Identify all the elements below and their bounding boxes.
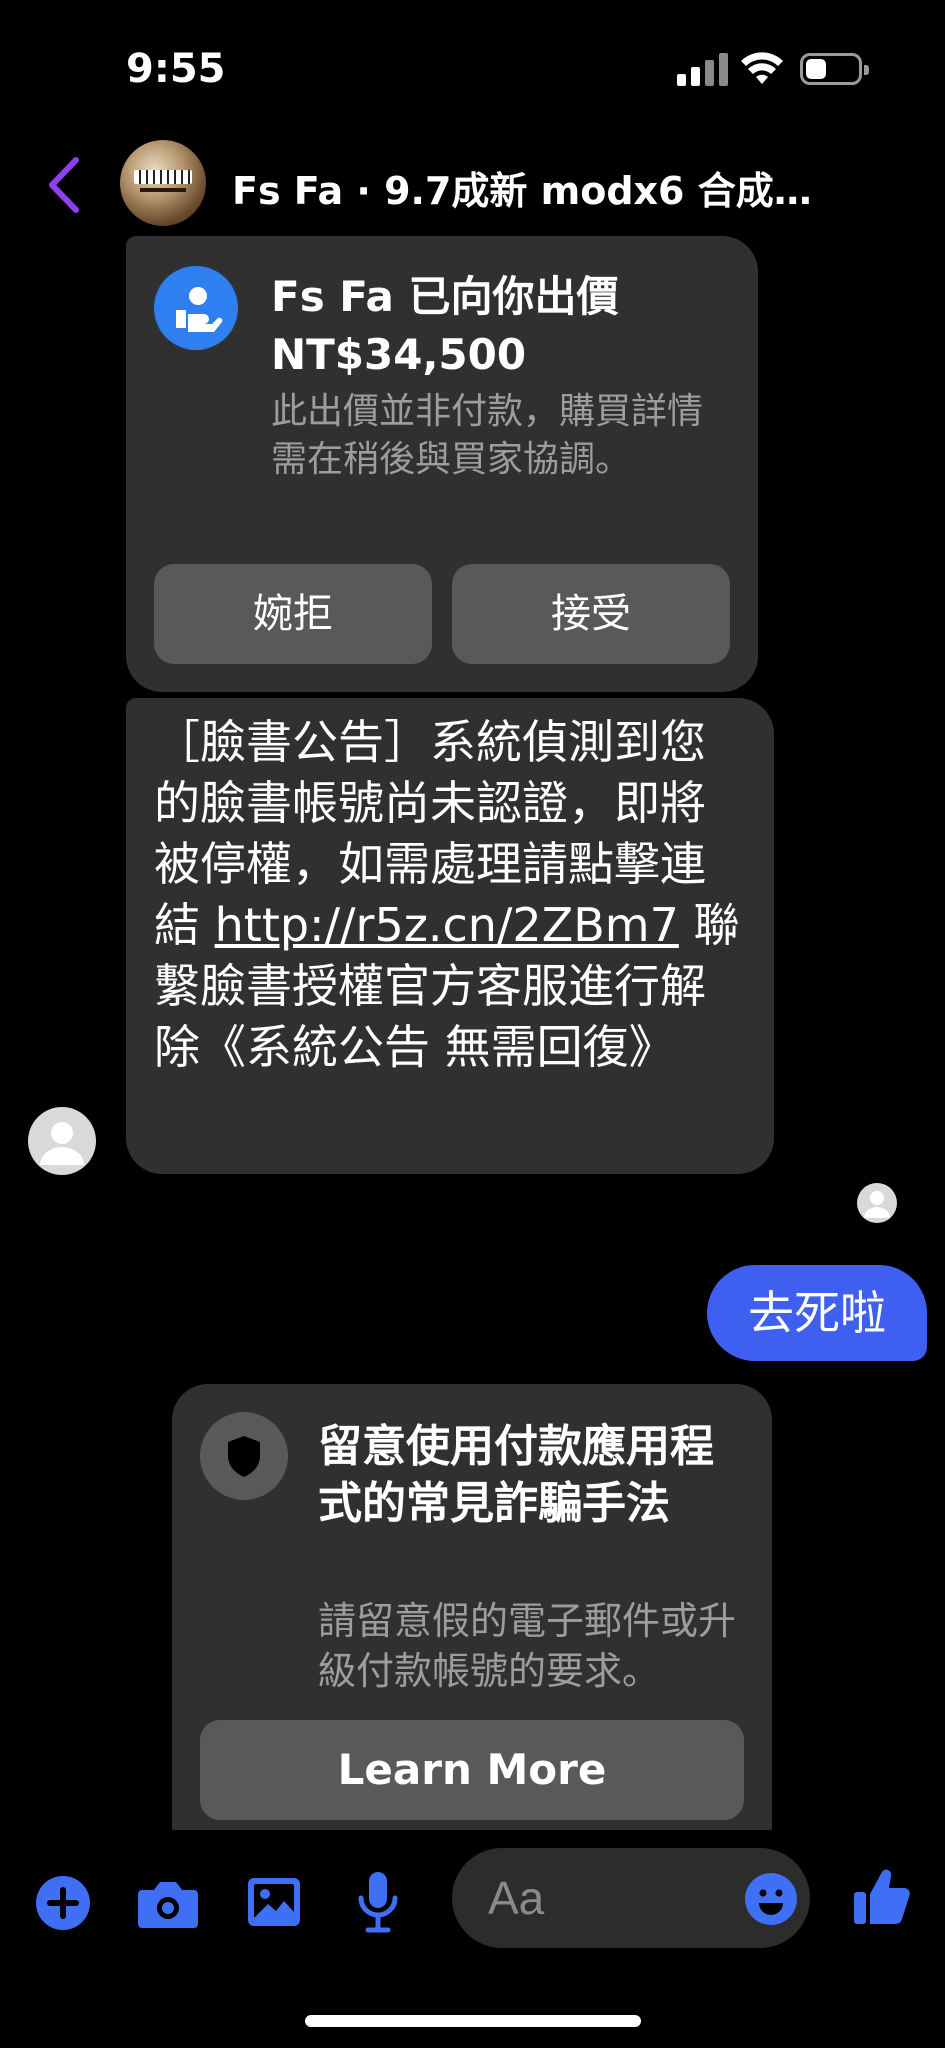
incoming-message-bubble: ［臉書公告］系統偵測到您的臉書帳號尚未認證，即將被停權，如需處理請點擊連結 ht… bbox=[126, 698, 774, 1174]
offer-from-text: Fs Fa 已向你出價 bbox=[271, 272, 619, 321]
message-link[interactable]: http://r5z.cn/2ZBm7 bbox=[215, 898, 679, 952]
messenger-chat-screen: 9:55 Fs Fa · 9.7成新 modx6 合成… Fs Fa 已向你出價… bbox=[0, 0, 945, 2048]
person-icon bbox=[864, 1191, 890, 1218]
chat-title[interactable]: Fs Fa · 9.7成新 modx6 合成… bbox=[232, 160, 812, 215]
chevron-left-icon[interactable] bbox=[40, 152, 90, 218]
safety-body: 請留意假的電子郵件或升級付款帳號的要求。 bbox=[318, 1599, 737, 1693]
cellular-signal-icon bbox=[677, 52, 729, 86]
status-bar: 9:55 bbox=[0, 0, 945, 130]
offer-card: Fs Fa 已向你出價 NT$34,500 此出價並非付款，購買詳情需在稍後與買… bbox=[126, 236, 758, 692]
offer-note: 此出價並非付款，購買詳情需在稍後與買家協調。 bbox=[271, 391, 704, 480]
battery-icon bbox=[800, 53, 869, 85]
decline-button[interactable]: 婉拒 bbox=[154, 564, 432, 664]
image-icon[interactable] bbox=[246, 1874, 302, 1930]
offer-title: Fs Fa 已向你出價 NT$34,500 bbox=[271, 268, 731, 384]
outgoing-message-bubble[interactable]: 去死啦 bbox=[707, 1265, 927, 1361]
learn-more-button[interactable]: Learn More bbox=[200, 1720, 744, 1820]
chat-header: Fs Fa · 9.7成新 modx6 合成… bbox=[0, 130, 945, 240]
read-receipt-avatar bbox=[857, 1183, 897, 1223]
message-text: ［臉書公告］系統偵測到您的臉書帳號尚未認證，即將被停權，如需處理請點擊連結 ht… bbox=[154, 712, 748, 1078]
safety-notice-card: 留意使用付款應用程式的常見詐騙手法 請留意假的電子郵件或升級付款帳號的要求。 L… bbox=[172, 1384, 772, 1904]
offer-amount: NT$34,500 bbox=[271, 330, 527, 379]
status-time: 9:55 bbox=[126, 46, 226, 92]
smiley-icon[interactable] bbox=[744, 1872, 798, 1926]
home-indicator[interactable] bbox=[305, 2015, 641, 2027]
wifi-icon bbox=[741, 52, 783, 84]
sender-avatar[interactable] bbox=[28, 1107, 96, 1175]
accept-button[interactable]: 接受 bbox=[452, 564, 730, 664]
shield-icon-wrap bbox=[200, 1412, 288, 1500]
shield-icon bbox=[228, 1436, 260, 1477]
thumbs-up-icon[interactable] bbox=[852, 1864, 912, 1928]
safety-title: 留意使用付款應用程式的常見詐騙手法 bbox=[318, 1421, 714, 1529]
camera-icon[interactable] bbox=[136, 1874, 200, 1932]
message-input-field[interactable] bbox=[452, 1848, 810, 1948]
person-icon bbox=[40, 1122, 84, 1165]
microphone-icon[interactable] bbox=[356, 1870, 400, 1934]
hand-coin-icon bbox=[154, 266, 238, 350]
message-input[interactable] bbox=[488, 1848, 728, 1948]
plus-circle-icon[interactable] bbox=[34, 1874, 92, 1932]
listing-avatar[interactable] bbox=[120, 140, 206, 226]
